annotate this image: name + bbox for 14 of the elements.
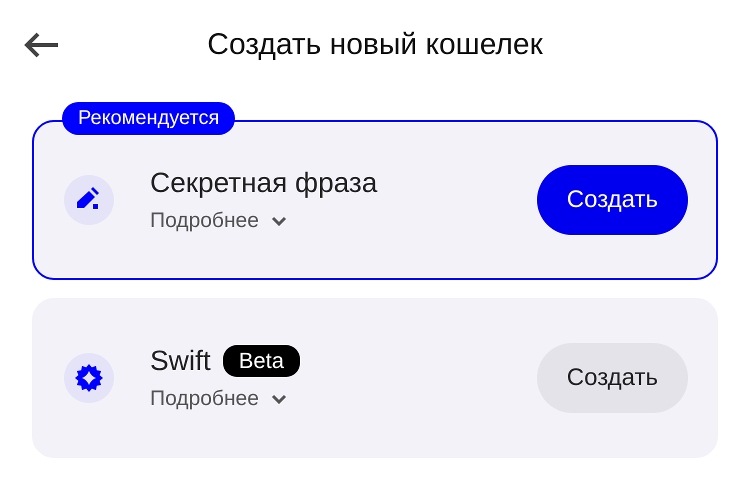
option-title: Swift bbox=[150, 345, 211, 377]
recommended-badge: Рекомендуется bbox=[62, 102, 236, 135]
beta-tag: Beta bbox=[222, 345, 300, 377]
create-button[interactable]: Создать bbox=[536, 165, 688, 235]
chevron-down-icon[interactable] bbox=[270, 216, 287, 226]
option-title: Секретная фраза bbox=[150, 167, 378, 199]
details-link[interactable]: Подробнее bbox=[150, 209, 259, 233]
chevron-down-icon[interactable] bbox=[270, 394, 287, 404]
details-link[interactable]: Подробнее bbox=[150, 387, 259, 411]
wallet-option-card[interactable]: Swift Beta Подробнее Создать bbox=[32, 298, 718, 458]
page-title: Создать новый кошелек bbox=[206, 28, 544, 62]
back-icon[interactable] bbox=[22, 30, 60, 60]
star-badge-icon bbox=[73, 362, 105, 394]
create-button[interactable]: Создать bbox=[536, 343, 688, 413]
